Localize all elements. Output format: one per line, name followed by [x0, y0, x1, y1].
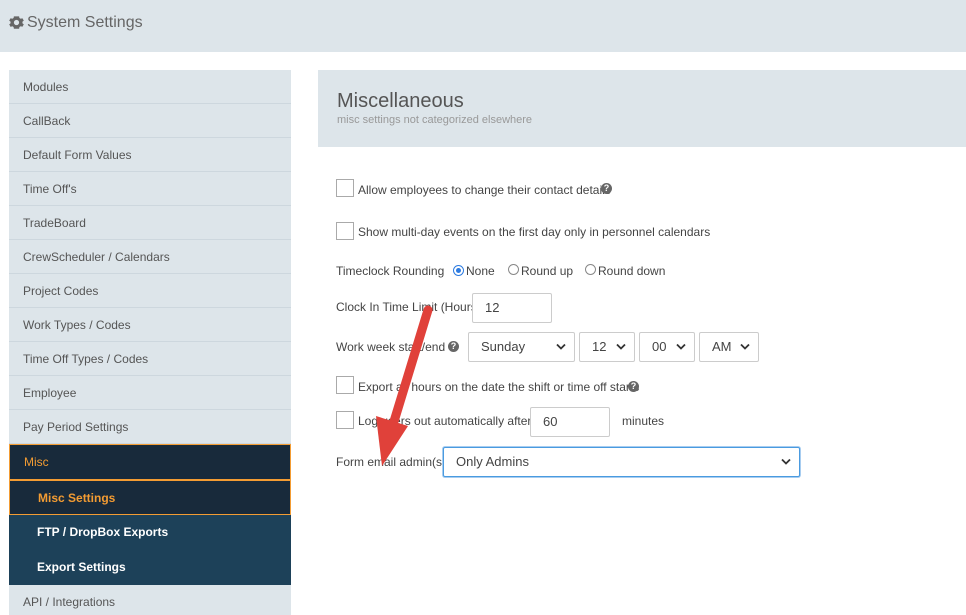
export-hours-help-icon[interactable]: ?: [628, 381, 639, 392]
sidebar-sub-misc-settings[interactable]: Misc Settings: [9, 480, 291, 515]
chevron-down-icon: [676, 343, 686, 350]
clock-in-limit-input[interactable]: 12: [472, 293, 552, 323]
gear-icon: [9, 16, 24, 29]
work-week-ampm-select[interactable]: AM: [699, 332, 759, 362]
sidebar-item-crewscheduler[interactable]: CrewScheduler / Calendars: [9, 240, 291, 274]
page-subtitle: misc settings not categorized elsewhere: [337, 114, 533, 126]
sidebar-item-time-offs[interactable]: Time Off's: [9, 172, 291, 206]
sidebar-sub-ftp-dropbox-exports[interactable]: FTP / DropBox Exports: [9, 515, 291, 550]
sidebar-item-modules[interactable]: Modules: [9, 70, 291, 104]
logout-minutes-input[interactable]: 60: [530, 407, 610, 437]
sidebar-item-project-codes[interactable]: Project Codes: [9, 274, 291, 308]
sidebar: Modules CallBack Default Form Values Tim…: [9, 70, 291, 615]
rounding-up-radio[interactable]: [508, 264, 519, 275]
logout-unit-label: minutes: [622, 414, 665, 428]
form-email-admin-value: Only Admins: [456, 454, 529, 469]
panel-header: Miscellaneous misc settings not categori…: [318, 70, 966, 147]
work-week-hour-select[interactable]: 12: [579, 332, 635, 362]
multiday-checkbox[interactable]: [336, 222, 354, 240]
work-week-ampm-value: AM: [712, 339, 732, 354]
chevron-down-icon: [616, 343, 626, 350]
chevron-down-icon: [556, 343, 566, 350]
sidebar-item-default-form-values[interactable]: Default Form Values: [9, 138, 291, 172]
form-email-admin-select[interactable]: Only Admins: [443, 447, 800, 477]
contact-details-checkbox[interactable]: [336, 179, 354, 197]
multiday-label: Show multi-day events on the first day o…: [358, 225, 711, 239]
top-bar: System Settings: [0, 0, 966, 52]
app-title: System Settings: [27, 14, 143, 31]
rounding-up-label: Round up: [521, 264, 574, 278]
rounding-down-radio[interactable]: [585, 264, 596, 275]
rounding-none-label: None: [466, 264, 495, 278]
sidebar-item-api-integrations[interactable]: API / Integrations: [9, 585, 291, 615]
work-week-day-value: Sunday: [481, 339, 526, 354]
chevron-down-icon: [740, 343, 750, 350]
sidebar-item-work-types[interactable]: Work Types / Codes: [9, 308, 291, 342]
page-title: Miscellaneous: [337, 90, 464, 112]
work-week-minute-value: 00: [652, 339, 667, 354]
sidebar-item-pay-period-settings[interactable]: Pay Period Settings: [9, 410, 291, 444]
contact-details-label: Allow employees to change their contact …: [358, 183, 611, 197]
timeclock-rounding-label: Timeclock Rounding: [336, 264, 445, 278]
rounding-none-radio[interactable]: [453, 265, 464, 276]
annotation-arrow-icon: [376, 305, 433, 466]
contact-details-help-icon[interactable]: ?: [601, 183, 612, 194]
sidebar-item-time-off-types[interactable]: Time Off Types / Codes: [9, 342, 291, 376]
work-week-hour-value: 12: [592, 339, 607, 354]
rounding-down-label: Round down: [598, 264, 666, 278]
work-week-day-select[interactable]: Sunday: [468, 332, 575, 362]
work-week-minute-select[interactable]: 00: [639, 332, 695, 362]
sidebar-item-tradeboard[interactable]: TradeBoard: [9, 206, 291, 240]
work-week-help-icon[interactable]: ?: [448, 341, 459, 352]
sidebar-item-misc[interactable]: Misc: [9, 444, 291, 480]
sidebar-item-callback[interactable]: CallBack: [9, 104, 291, 138]
chevron-down-icon: [781, 458, 791, 465]
sidebar-sub-export-settings[interactable]: Export Settings: [9, 550, 291, 585]
sidebar-item-employee[interactable]: Employee: [9, 376, 291, 410]
